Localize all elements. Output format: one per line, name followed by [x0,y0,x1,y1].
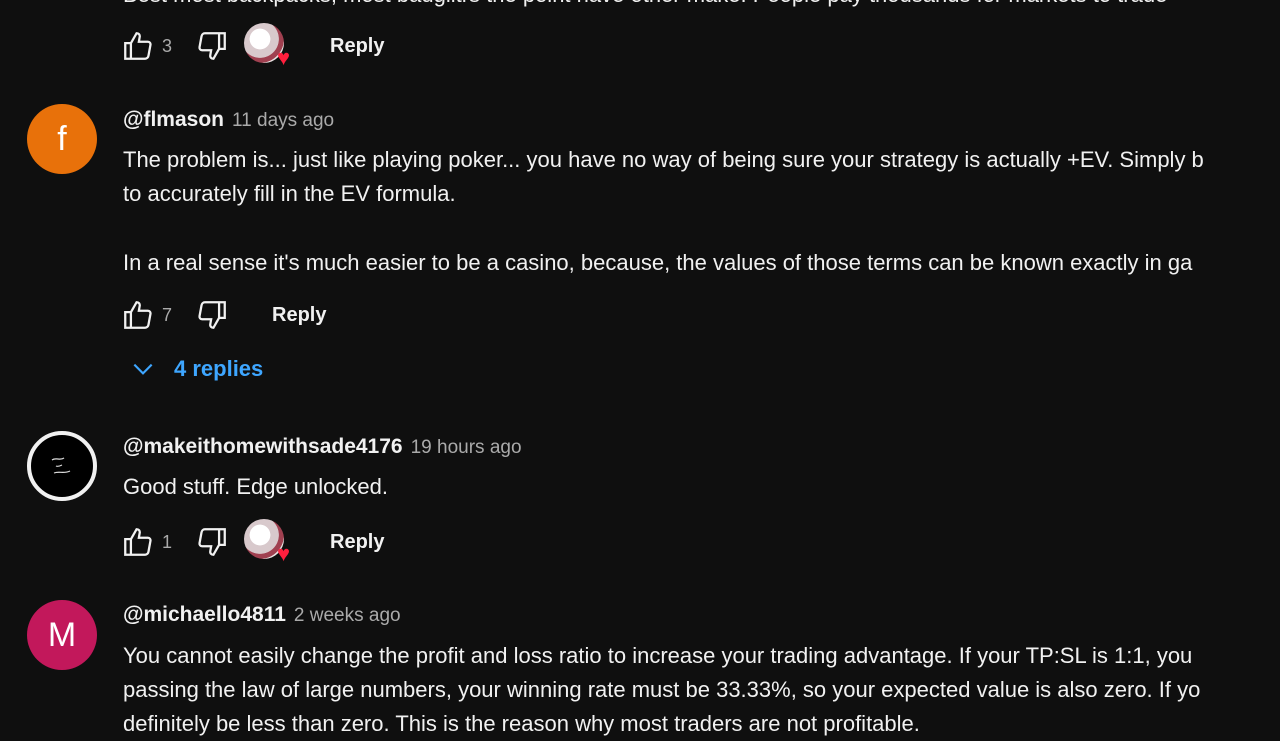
comment-author[interactable]: @makeithomewithsade4176 [123,435,403,459]
comment-header: @makeithomewithsade4176 19 hours ago [123,435,522,459]
thumbs-up-icon[interactable] [118,522,158,562]
comment-header: @flmason 11 days ago [123,108,334,132]
like-count: 1 [162,531,173,552]
view-replies-button[interactable]: 4 replies [130,356,263,382]
thumbs-down-icon[interactable] [192,26,232,66]
avatar-script-logo [51,457,71,474]
comment-text-line: to accurately fill in the EV formula. [123,181,456,206]
replies-count-label: 4 replies [174,356,264,381]
comment-author[interactable]: @flmason [123,108,224,132]
comment-text-line: You cannot easily change the profit and … [123,643,1193,668]
thumbs-down-icon[interactable] [192,295,232,335]
reply-button[interactable]: Reply [272,304,326,327]
comment-time[interactable]: 19 hours ago [411,437,522,459]
comment-text-line: passing the law of large numbers, your w… [123,677,1201,702]
comment-text: Best most backpacks, most bauglitrs the … [123,0,1167,12]
comment-header: @michaello4811 2 weeks ago [123,603,401,627]
reply-button[interactable]: Reply [330,531,384,554]
thumbs-up-icon[interactable] [118,295,158,335]
reply-button[interactable]: Reply [330,35,384,58]
comment-author[interactable]: @michaello4811 [123,603,286,627]
thumbs-up-icon[interactable] [118,26,158,66]
comment-actions: 1 ♥ Reply [118,519,384,565]
avatar-letter: M [47,615,77,654]
comment-text-line: The problem is... just like playing poke… [123,147,1204,172]
comment-actions: 3 ♥ Reply [118,23,384,69]
comment-time[interactable]: 11 days ago [232,110,334,132]
avatar[interactable] [27,431,97,501]
comment-time[interactable]: 2 weeks ago [294,605,401,627]
comment-text-line: Good stuff. Edge unlocked. [123,474,388,499]
comment-actions: 7 Reply [118,293,326,337]
creator-heart-icon: ♥ [244,23,290,69]
like-count: 7 [162,304,173,325]
creator-heart-icon: ♥ [244,519,290,565]
avatar[interactable]: f [27,104,97,174]
thumbs-down-icon[interactable] [192,522,232,562]
avatar[interactable]: M [27,600,97,670]
chevron-down-icon [130,356,156,382]
avatar-letter: f [57,119,67,158]
comment-text-line: definitely be less than zero. This is th… [123,711,920,736]
like-count: 3 [162,35,173,56]
comment-text-line: In a real sense it's much easier to be a… [123,250,1193,275]
